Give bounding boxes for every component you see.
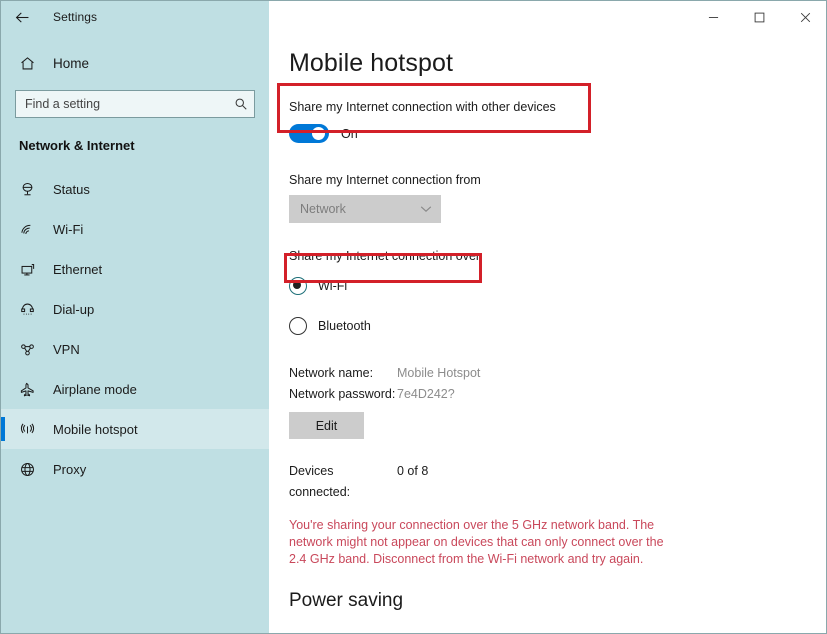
network-password-row: Network password: 7e4D242? bbox=[289, 384, 826, 405]
sidebar-item-mobile-hotspot[interactable]: Mobile hotspot bbox=[1, 409, 269, 449]
globe-icon bbox=[19, 461, 45, 478]
devices-connected-row: Devices connected: 0 of 8 bbox=[289, 461, 826, 503]
close-button[interactable] bbox=[782, 2, 826, 32]
sidebar-item-airplane-mode-label: Airplane mode bbox=[53, 381, 137, 397]
share-from-section: Share my Internet connection from Networ… bbox=[289, 173, 826, 223]
sidebar-item-status-label: Status bbox=[53, 181, 90, 197]
radio-wifi-label: Wi-Fi bbox=[318, 279, 348, 293]
network-password-key: Network password: bbox=[289, 387, 396, 401]
network-name-row: Network name: Mobile Hotspot bbox=[289, 363, 826, 384]
edit-button[interactable]: Edit bbox=[289, 412, 364, 439]
ethernet-icon bbox=[19, 261, 45, 278]
hotspot-icon bbox=[19, 421, 45, 438]
sidebar-item-airplane-mode[interactable]: Airplane mode bbox=[1, 369, 269, 409]
devices-connected-value: 0 of 8 bbox=[397, 464, 429, 478]
share-over-label: Share my Internet connection over bbox=[289, 249, 481, 263]
sidebar-item-dialup-label: Dial-up bbox=[53, 301, 95, 317]
sidebar-item-wifi-label: Wi-Fi bbox=[53, 221, 84, 237]
radio-wifi-indicator[interactable] bbox=[289, 277, 307, 295]
sidebar-item-proxy[interactable]: Proxy bbox=[1, 449, 269, 489]
sidebar-item-home-label: Home bbox=[53, 55, 90, 71]
share-toggle-label: Share my Internet connection with other … bbox=[289, 100, 556, 114]
sidebar-item-wifi[interactable]: Wi-Fi bbox=[1, 209, 269, 249]
search-icon[interactable] bbox=[234, 97, 248, 111]
share-toggle-state: On bbox=[341, 126, 358, 141]
wifi-icon bbox=[19, 221, 45, 238]
status-icon bbox=[19, 181, 45, 198]
window-controls bbox=[269, 1, 826, 33]
main-content: Mobile hotspot Share my Internet connect… bbox=[269, 33, 826, 633]
radio-bluetooth-indicator[interactable] bbox=[289, 317, 307, 335]
app-title: Settings bbox=[53, 10, 98, 24]
network-details-section: Network name: Mobile Hotspot Network pas… bbox=[289, 363, 826, 439]
share-connection-section: Share my Internet connection with other … bbox=[289, 100, 826, 143]
share-from-label: Share my Internet connection from bbox=[289, 173, 481, 187]
page-title: Mobile hotspot bbox=[289, 49, 453, 77]
share-over-section: Share my Internet connection over Wi-Fi … bbox=[289, 249, 826, 337]
share-from-selected-value: Network bbox=[300, 202, 346, 216]
radio-option-bluetooth[interactable]: Bluetooth bbox=[289, 315, 826, 337]
sidebar-item-vpn-label: VPN bbox=[53, 341, 80, 357]
search-box[interactable] bbox=[15, 90, 255, 118]
sidebar-item-mobile-hotspot-label: Mobile hotspot bbox=[53, 421, 138, 437]
maximize-button[interactable] bbox=[736, 2, 782, 32]
back-arrow-icon[interactable] bbox=[1, 1, 43, 33]
sidebar-item-dialup[interactable]: Dial-up bbox=[1, 289, 269, 329]
share-from-dropdown[interactable]: Network bbox=[289, 195, 441, 223]
minimize-button[interactable] bbox=[690, 2, 736, 32]
airplane-icon bbox=[19, 381, 45, 398]
sidebar-item-home[interactable]: Home bbox=[1, 46, 269, 80]
sidebar: Home Network & Internet bbox=[1, 1, 269, 633]
vpn-icon bbox=[19, 341, 45, 358]
power-saving-title: Power saving bbox=[289, 590, 404, 611]
network-password-value: 7e4D242? bbox=[397, 387, 455, 401]
settings-window: Home Network & Internet bbox=[0, 0, 827, 634]
toggle-knob bbox=[312, 127, 325, 140]
network-name-key: Network name: bbox=[289, 366, 374, 380]
radio-bluetooth-label: Bluetooth bbox=[318, 319, 371, 333]
sidebar-item-proxy-label: Proxy bbox=[53, 461, 87, 477]
sidebar-item-ethernet-label: Ethernet bbox=[53, 261, 103, 277]
sidebar-item-status[interactable]: Status bbox=[1, 169, 269, 209]
sidebar-category-title: Network & Internet bbox=[19, 138, 135, 153]
sidebar-item-vpn[interactable]: VPN bbox=[1, 329, 269, 369]
search-input[interactable] bbox=[25, 97, 234, 111]
chevron-down-icon bbox=[420, 205, 432, 213]
network-name-value: Mobile Hotspot bbox=[397, 366, 481, 380]
title-bar-left: Settings bbox=[1, 1, 269, 33]
title-bar: Settings bbox=[1, 1, 826, 33]
dialup-icon bbox=[19, 301, 45, 318]
radio-option-wifi[interactable]: Wi-Fi bbox=[289, 275, 826, 297]
power-saving-section: Power saving When no devices are connect… bbox=[289, 590, 826, 633]
devices-connected-key: Devices connected: bbox=[289, 464, 351, 499]
band-warning-message: You're sharing your connection over the … bbox=[289, 518, 664, 566]
share-toggle-row: On bbox=[289, 124, 826, 143]
share-connection-toggle[interactable] bbox=[289, 124, 329, 143]
sidebar-nav: Status Wi-Fi Ethernet Dial-up VPN Airpla… bbox=[1, 169, 269, 489]
home-icon bbox=[19, 55, 45, 72]
sidebar-item-ethernet[interactable]: Ethernet bbox=[1, 249, 269, 289]
